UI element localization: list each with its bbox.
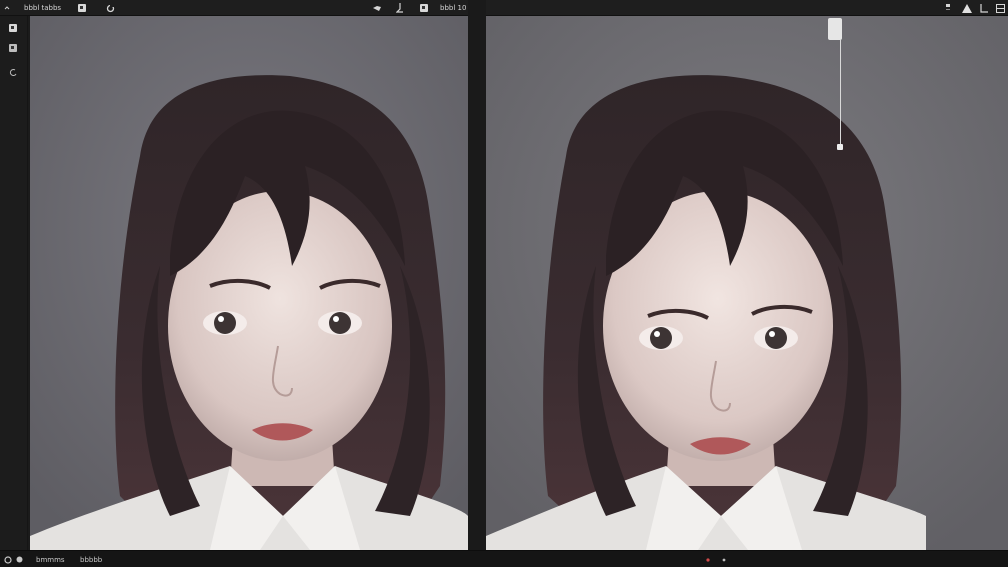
crop-icon[interactable]: [980, 2, 988, 14]
settings-icon[interactable]: [4, 554, 12, 565]
image-icon[interactable]: [7, 22, 19, 34]
pen-icon[interactable]: [372, 2, 384, 14]
menu-chevron-icon[interactable]: [4, 2, 10, 14]
original-image-panel[interactable]: [30, 16, 468, 550]
circle-icon[interactable]: [16, 554, 23, 565]
small-toggle-icon[interactable]: [945, 2, 951, 14]
slider-end-marker[interactable]: [837, 144, 843, 150]
status-left-label[interactable]: bmmms: [36, 554, 65, 565]
image-icon[interactable]: [78, 2, 86, 14]
panel-divider[interactable]: [468, 0, 486, 567]
layers-icon[interactable]: [7, 42, 19, 54]
warning-icon[interactable]: [962, 2, 972, 14]
edited-image-panel[interactable]: [486, 16, 1008, 550]
brush-icon[interactable]: [396, 2, 404, 14]
slider-track[interactable]: [840, 40, 841, 148]
red-indicator-icon: [706, 554, 710, 565]
zoom-label[interactable]: bbbl 10: [440, 2, 466, 14]
settings-icon[interactable]: [996, 2, 1005, 14]
top-toolbar: bbbl tabbs bbbl 10: [0, 0, 1008, 16]
toolbar-title[interactable]: bbbl tabbs: [24, 2, 61, 14]
left-sidebar: [0, 16, 28, 550]
status-right-label[interactable]: bbbbb: [80, 554, 102, 565]
status-bar: bmmms bbbbb: [0, 550, 1008, 567]
rotate-icon[interactable]: [7, 66, 19, 78]
refresh-icon[interactable]: [106, 2, 115, 14]
portrait-image-edited: [486, 16, 1008, 550]
slider-handle[interactable]: [828, 18, 842, 40]
portrait-image-original: [30, 16, 468, 550]
dot-icon: [722, 554, 726, 565]
layers-icon[interactable]: [420, 2, 428, 14]
